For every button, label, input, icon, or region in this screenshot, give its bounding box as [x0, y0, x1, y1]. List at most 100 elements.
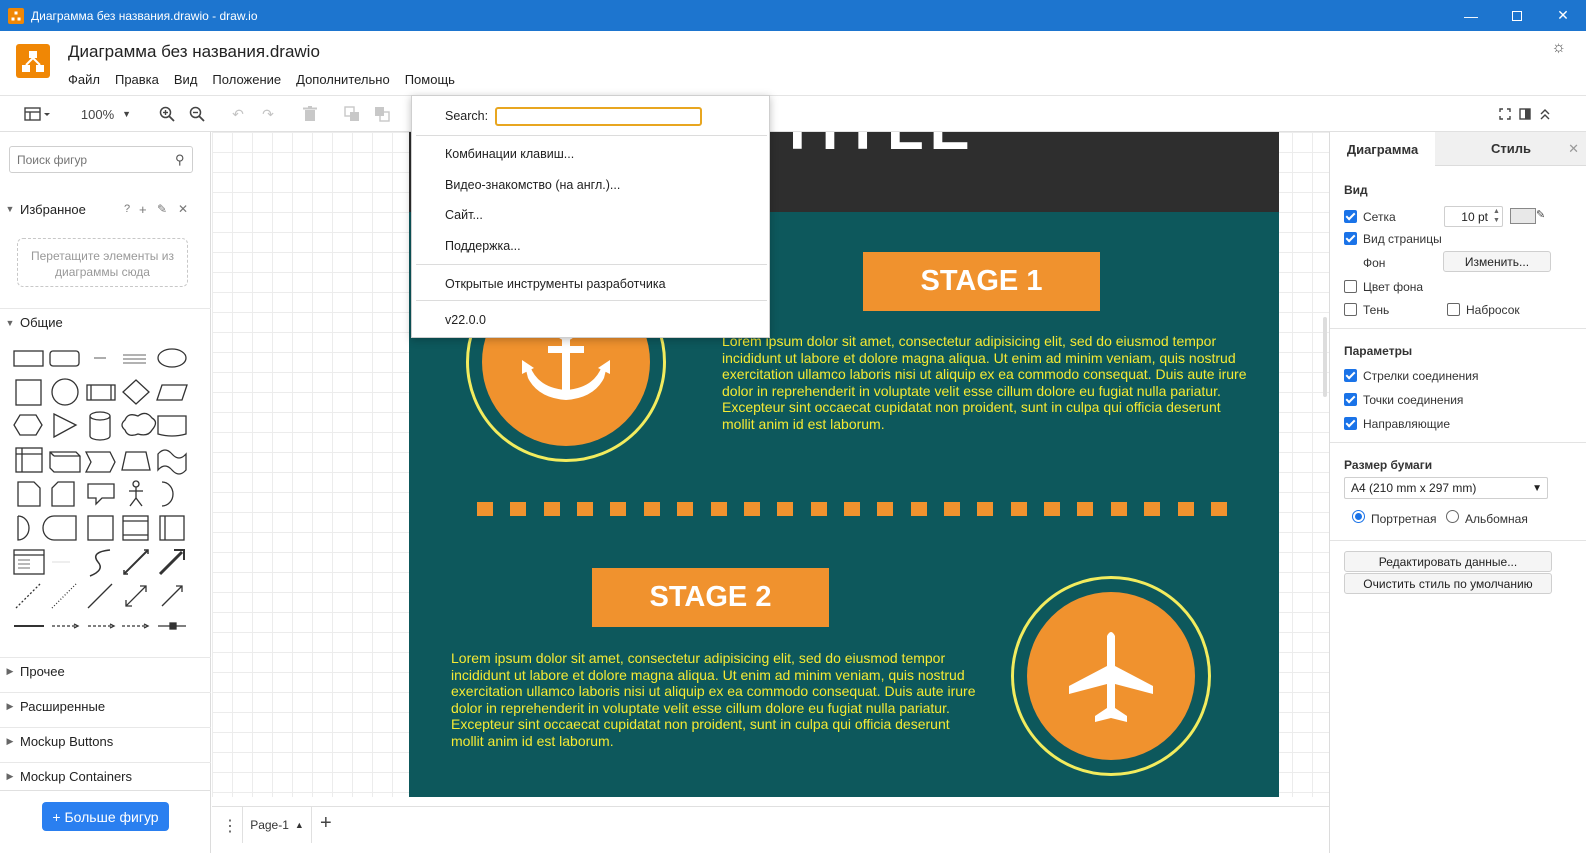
zoom-dropdown[interactable]: 100% ▼	[78, 102, 134, 126]
app-icon	[8, 7, 24, 24]
menu-extras[interactable]: Дополнительно	[296, 72, 390, 87]
help-icon[interactable]: ?	[124, 203, 130, 215]
grid-checkbox[interactable]	[1344, 210, 1357, 223]
favorites-drop-zone[interactable]: Перетащите элементы из диаграммы сюда	[17, 238, 188, 287]
chevron-down-icon: ▼	[5, 204, 15, 214]
connection-points-label: Точки соединения	[1363, 393, 1464, 407]
redo-icon[interactable]: ↷	[258, 102, 278, 126]
change-background-button[interactable]: Изменить...	[1443, 251, 1551, 272]
stage2-text[interactable]: Lorem ipsum dolor sit amet, consectetur …	[451, 650, 976, 749]
undo-icon[interactable]: ↶	[228, 102, 248, 126]
shape-library-general[interactable]	[10, 340, 200, 640]
menu-item-shortcuts[interactable]: Комбинации клавиш...	[445, 147, 574, 161]
shadow-label: Тень	[1363, 303, 1390, 317]
paper-size-value: A4 (210 mm x 297 mm)	[1351, 481, 1477, 495]
more-vertical-icon[interactable]: ⋮	[222, 816, 238, 836]
panel-resize-handle[interactable]	[1323, 317, 1327, 397]
zoom-out-icon[interactable]	[186, 102, 208, 126]
version-label: v22.0.0	[445, 313, 487, 327]
menu-bar: Файл Правка Вид Положение Дополнительно …	[68, 72, 455, 87]
menu-item-devtools[interactable]: Открытые инструменты разработчика	[445, 277, 666, 291]
maximize-icon[interactable]	[1494, 0, 1540, 31]
bg-color-checkbox[interactable]	[1344, 280, 1357, 293]
shapes-sidebar: ⚲ ▼ Избранное ? + ✎ ✕ Перетащите элемент…	[0, 132, 211, 853]
divider	[416, 135, 767, 136]
tab-diagram[interactable]: Диаграмма	[1330, 132, 1435, 166]
menu-arrange[interactable]: Положение	[212, 72, 281, 87]
divider	[416, 264, 767, 265]
zoom-value: 100%	[80, 106, 115, 122]
section-other[interactable]: ▶ Прочее	[0, 657, 211, 681]
general-header[interactable]: ▼ Общие	[0, 308, 211, 332]
to-front-icon[interactable]	[342, 102, 362, 126]
app-header: Диаграмма без названия.drawio Файл Правк…	[0, 31, 1586, 96]
diagram-canvas[interactable]: TITLE STAGE 1 Lorem ipsum dolor sit amet…	[212, 132, 1329, 797]
zoom-in-icon[interactable]	[156, 102, 178, 126]
sketch-checkbox[interactable]	[1447, 303, 1460, 316]
shadow-checkbox[interactable]	[1344, 303, 1357, 316]
paper-size-select[interactable]: A4 (210 mm x 297 mm) ▼	[1344, 477, 1548, 499]
panel-layout-icon[interactable]	[20, 102, 54, 126]
grid-color-swatch[interactable]	[1510, 208, 1536, 224]
menu-item-support[interactable]: Поддержка...	[445, 239, 521, 253]
menu-file[interactable]: Файл	[68, 72, 100, 87]
infographic-title[interactable]: TITLE	[779, 132, 976, 163]
format-panel-icon[interactable]	[1516, 102, 1534, 126]
bg-color-label: Цвет фона	[1363, 280, 1424, 294]
menu-edit[interactable]: Правка	[115, 72, 159, 87]
close-icon[interactable]: ✕	[1540, 0, 1586, 31]
fullscreen-icon[interactable]	[1496, 102, 1514, 126]
connection-arrows-label: Стрелки соединения	[1363, 369, 1479, 383]
collapse-icon[interactable]	[1536, 102, 1554, 126]
stage-divider-dashes[interactable]	[477, 502, 1227, 516]
help-search-input[interactable]	[495, 107, 702, 126]
stage1-text[interactable]: Lorem ipsum dolor sit amet, consectetur …	[722, 333, 1247, 432]
edit-icon[interactable]: ✎	[157, 202, 167, 216]
menu-item-video[interactable]: Видео-знакомство (на англ.)...	[445, 178, 620, 192]
close-icon[interactable]: ✕	[1568, 141, 1579, 157]
grid-label: Сетка	[1363, 210, 1396, 224]
document-title[interactable]: Диаграмма без названия.drawio	[68, 42, 320, 62]
section-mockup-containers-label: Mockup Containers	[20, 769, 132, 784]
tab-style[interactable]: Стиль ✕	[1435, 132, 1586, 166]
clear-default-style-button[interactable]: Очистить стиль по умолчанию	[1344, 573, 1552, 594]
menu-view[interactable]: Вид	[174, 72, 198, 87]
chevron-down-icon: ▼	[1532, 482, 1542, 494]
to-back-icon[interactable]	[372, 102, 392, 126]
general-label: Общие	[20, 315, 63, 330]
stage2-label[interactable]: STAGE 2	[592, 568, 829, 627]
delete-icon[interactable]	[300, 102, 320, 126]
page-view-checkbox[interactable]	[1344, 232, 1357, 245]
guides-checkbox[interactable]	[1344, 417, 1357, 430]
sun-icon[interactable]: ☼	[1551, 39, 1566, 57]
section-advanced[interactable]: ▶ Расширенные	[0, 692, 211, 716]
stepper-icon[interactable]: ▲ ▼	[1493, 207, 1500, 225]
sketch-label: Набросок	[1466, 303, 1520, 317]
landscape-radio[interactable]	[1446, 510, 1459, 523]
chevron-down-icon: ▼	[5, 317, 15, 328]
pencil-icon[interactable]: ✎	[1536, 208, 1545, 221]
minimize-icon[interactable]: —	[1448, 0, 1494, 31]
connection-arrows-checkbox[interactable]	[1344, 369, 1357, 382]
chevron-right-icon: ▶	[6, 771, 14, 781]
section-mockup-buttons[interactable]: ▶ Mockup Buttons	[0, 727, 211, 751]
menu-item-website[interactable]: Сайт...	[445, 208, 483, 222]
guides-label: Направляющие	[1363, 417, 1451, 431]
more-shapes-button[interactable]: + Больше фигур	[42, 802, 169, 831]
chevron-up-icon: ▲	[294, 820, 304, 830]
shape-search-input[interactable]	[9, 146, 193, 173]
menu-help[interactable]: Помощь	[405, 72, 455, 87]
stage2-circle[interactable]	[1011, 576, 1211, 776]
section-mockup-containers[interactable]: ▶ Mockup Containers	[0, 762, 211, 786]
edit-data-button[interactable]: Редактировать данные...	[1344, 551, 1552, 572]
favorites-header[interactable]: ▼ Избранное ? + ✎ ✕	[0, 199, 211, 219]
page-tab[interactable]: Page-1 ▲	[242, 807, 312, 843]
close-icon[interactable]: ✕	[178, 202, 188, 216]
stage1-label[interactable]: STAGE 1	[863, 252, 1100, 311]
add-page-icon[interactable]: +	[320, 812, 332, 835]
connection-points-checkbox[interactable]	[1344, 393, 1357, 406]
search-icon[interactable]: ⚲	[175, 152, 185, 168]
add-icon[interactable]: +	[139, 202, 147, 217]
portrait-radio[interactable]	[1352, 510, 1365, 523]
help-search-label: Search:	[445, 109, 489, 123]
